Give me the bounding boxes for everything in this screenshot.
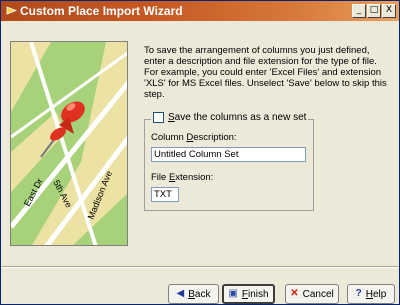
save-columns-group: Save the columns as a new set Column Des… (144, 112, 314, 211)
save-columns-toggle[interactable]: Save the columns as a new set (151, 112, 309, 123)
minimize-button[interactable]: _ (352, 4, 366, 18)
save-columns-label[interactable]: Save the columns as a new set (168, 112, 306, 123)
close-button[interactable]: X (382, 4, 396, 18)
help-button[interactable]: ? Help (347, 284, 395, 304)
back-button[interactable]: ◀ Back (168, 284, 219, 304)
file-extension-label: File Extension: (151, 172, 214, 183)
cancel-x-icon: ✕ (290, 288, 299, 299)
window-title: Custom Place Import Wizard (20, 4, 183, 18)
file-extension-input[interactable]: TXT (151, 187, 179, 202)
column-description-input[interactable]: Untitled Column Set (151, 147, 306, 162)
save-columns-checkbox[interactable] (153, 112, 164, 123)
wizard-window: Custom Place Import Wizard _ □ X East Dr… (0, 0, 400, 305)
help-button-label: Help (365, 288, 387, 300)
instructions-text: To save the arrangement of columns you j… (144, 45, 387, 100)
finish-icon: ▣ (228, 288, 238, 299)
title-bar[interactable]: Custom Place Import Wizard _ □ X (1, 1, 399, 21)
map-illustration: East Dr 5th Ave Madison Ave (10, 41, 128, 246)
finish-button-label: Finish (241, 288, 269, 300)
window-controls: _ □ X (351, 4, 396, 18)
help-question-icon: ? (355, 288, 362, 299)
back-button-label: Back (188, 288, 211, 300)
finish-button[interactable]: ▣ Finish (222, 284, 275, 304)
back-arrow-icon: ◀ (176, 288, 185, 299)
column-description-label: Column Description: (151, 132, 237, 143)
maximize-button[interactable]: □ (367, 4, 381, 18)
cancel-button[interactable]: ✕ Cancel (285, 284, 339, 304)
button-separator (1, 266, 399, 268)
app-icon (6, 6, 17, 15)
map-graphic: East Dr 5th Ave Madison Ave (11, 42, 127, 245)
cancel-button-label: Cancel (302, 288, 334, 300)
